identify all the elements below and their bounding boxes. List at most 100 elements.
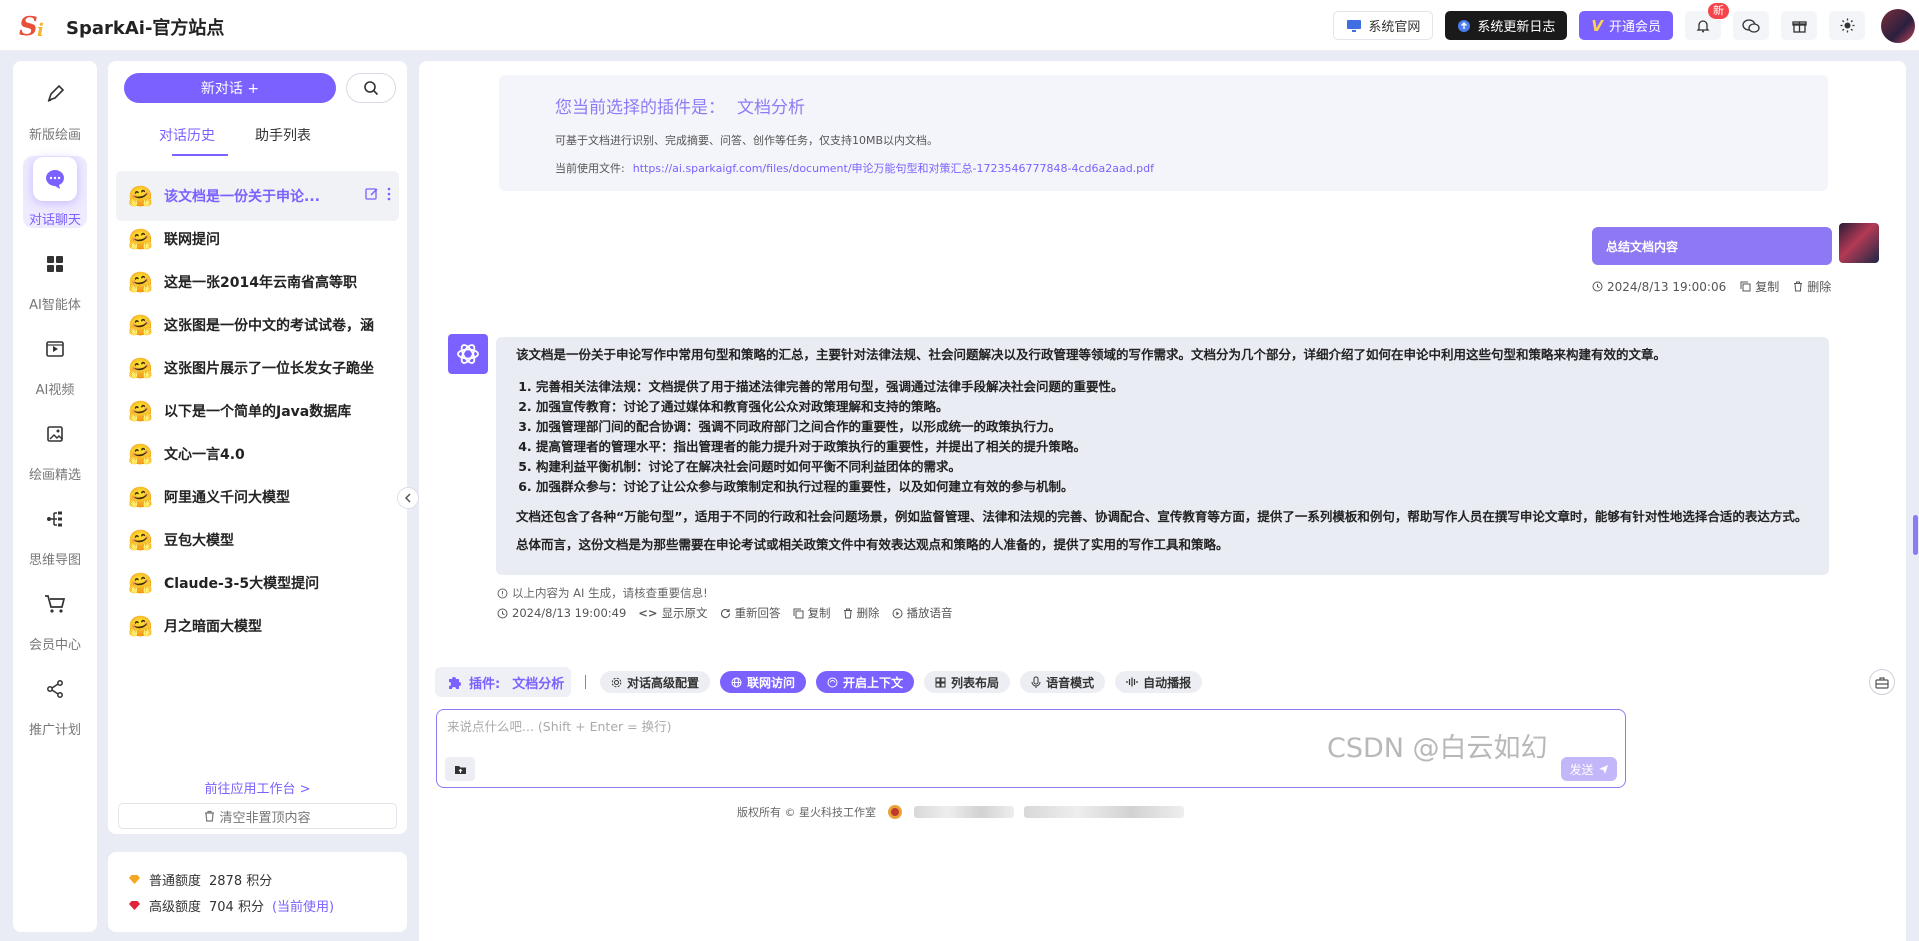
sun-icon xyxy=(1840,18,1854,33)
file-label: 当前使用文件: xyxy=(555,162,625,175)
hugging-face-icon: 🤗 xyxy=(128,270,153,294)
info-icon xyxy=(497,588,508,598)
sparkai-logo[interactable]: S i xyxy=(18,9,52,41)
history-item-label: 以下是一个简单的Java数据库 xyxy=(164,404,352,420)
user-message-text: 总结文档内容 xyxy=(1606,239,1679,254)
bot-delete-button[interactable]: 删除 xyxy=(843,605,880,621)
plugin-card-name: 文档分析 xyxy=(737,98,805,118)
plugin-name: 文档分析 xyxy=(512,676,565,692)
refresh-icon xyxy=(720,608,730,618)
auto-play-chip[interactable]: 自动播报 xyxy=(1115,671,1203,693)
left-rail: 新版绘画 对话聊天 AI智能体 AI视频 绘画精选 思维导图 会员中心 推广计划 xyxy=(13,61,97,932)
play-audio-button[interactable]: 播放语音 xyxy=(892,605,953,621)
user-copy-label: 复制 xyxy=(1755,280,1780,294)
send-icon xyxy=(1598,764,1608,774)
plugin-card-title: 您当前选择的插件是： 文档分析 xyxy=(555,93,1828,118)
user-avatar-top[interactable] xyxy=(1881,8,1915,43)
more-icon[interactable] xyxy=(387,187,391,201)
bot-message-bubble: 该文档是一份关于申论写作中常用句型和策略的汇总，主要针对法律法规、社会问题解决以… xyxy=(496,337,1829,575)
gift-button[interactable] xyxy=(1781,11,1817,40)
bot-point: 构建利益平衡机制：讨论了在解决社会问题时如何平衡不同利益团体的需求。 xyxy=(536,457,1819,477)
tab-chat-history[interactable]: 对话历史 xyxy=(159,125,215,145)
toolbox-button[interactable] xyxy=(1869,669,1895,695)
official-site-label: 系统官网 xyxy=(1368,20,1421,35)
scrollbar-thumb[interactable] xyxy=(1913,515,1918,555)
quota-advanced-row: 高级额度 704 积分 (当前使用) xyxy=(128,892,387,918)
changelog-button[interactable]: 系统更新日志 xyxy=(1445,11,1568,40)
bot-message-meta: 2024/8/13 19:00:49 <> 显示原文 重新回答 复制 删除 播放… xyxy=(497,605,953,621)
police-badge-icon xyxy=(888,805,902,819)
tab-underline xyxy=(172,154,228,156)
rail-label: 会员中心 xyxy=(28,637,81,653)
user-delete-button[interactable]: 删除 xyxy=(1793,278,1831,295)
history-list: 🤗 该文档是一份关于申论... 🤗 联网提问 🤗 这是一张2014年云南省高等职 🤗… xyxy=(108,171,407,761)
regenerate-button[interactable]: 重新回答 xyxy=(720,605,781,621)
send-label: 发送 xyxy=(1569,762,1594,777)
puzzle-icon xyxy=(449,677,461,689)
copyright-text: 版权所有 © 星火科技工作室 xyxy=(737,806,876,819)
tab-assistant-list[interactable]: 助手列表 xyxy=(255,125,311,145)
chat-main: 您当前选择的插件是： 文档分析 可基于文档进行识别、完成摘要、问答、创作等任务，仅… xyxy=(419,61,1906,941)
rail-item-chat[interactable]: 对话聊天 xyxy=(13,152,97,232)
rail-item-member-center[interactable]: 会员中心 xyxy=(13,577,97,657)
watermark: CSDN @白云如幻 xyxy=(1327,733,1548,764)
video-icon xyxy=(33,327,77,371)
history-item-label: 这张图片展示了一位长发女子跪坐 xyxy=(164,361,374,377)
voice-mode-chip[interactable]: 语音模式 xyxy=(1020,671,1106,693)
notification-button[interactable]: 新 xyxy=(1685,3,1729,40)
ai-generated-note: 以上内容为 AI 生成，请核查重要信息! xyxy=(497,585,708,601)
new-chat-button[interactable]: 新对话 + xyxy=(124,73,336,103)
user-time-text: 2024/8/13 19:00:06 xyxy=(1607,279,1727,294)
rail-label: 绘画精选 xyxy=(28,467,81,483)
advanced-config-chip[interactable]: 对话高级配置 xyxy=(600,671,711,693)
vip-icon: V xyxy=(1591,16,1603,35)
play-audio-label: 播放语音 xyxy=(906,606,953,620)
audio-icon xyxy=(1126,677,1138,687)
clock-icon xyxy=(1592,281,1603,292)
code-icon: <> xyxy=(638,606,658,620)
chevron-left-icon xyxy=(404,493,411,503)
quota-current-use[interactable]: (当前使用) xyxy=(272,896,334,915)
rail-item-gallery[interactable]: 绘画精选 xyxy=(13,407,97,487)
collapse-sidebar-button[interactable] xyxy=(397,487,419,509)
file-url-link[interactable]: https://ai.sparkaigf.com/files/document/… xyxy=(633,162,1154,175)
history-item[interactable]: 🤗 月之暗面大模型 xyxy=(116,601,399,651)
redacted-icp xyxy=(914,806,1014,818)
hugging-face-icon: 🤗 xyxy=(128,184,153,208)
history-tabs: 对话历史 助手列表 xyxy=(108,121,407,157)
rail-item-mindmap[interactable]: 思维导图 xyxy=(13,492,97,572)
plugin-selector[interactable]: 插件: 文档分析 xyxy=(435,667,571,697)
web-access-chip[interactable]: 联网访问 xyxy=(720,671,807,693)
plugin-label: 插件: xyxy=(469,676,501,692)
rail-item-ai-agent[interactable]: AI智能体 xyxy=(13,237,97,317)
rail-label: AI智能体 xyxy=(29,297,81,313)
wechat-button[interactable] xyxy=(1733,11,1769,40)
plugin-card-description: 可基于文档进行识别、完成摘要、问答、创作等任务，仅支持10MB以内文档。 xyxy=(555,134,939,147)
cart-icon xyxy=(33,582,77,626)
share-icon xyxy=(33,667,77,711)
rail-item-new-painting[interactable]: 新版绘画 xyxy=(13,67,97,147)
upload-file-button[interactable] xyxy=(445,757,475,781)
official-site-button[interactable]: 系统官网 xyxy=(1333,11,1434,40)
user-copy-button[interactable]: 复制 xyxy=(1740,278,1779,295)
context-icon xyxy=(827,677,838,687)
bot-point: 加强宣传教育：讨论了通过媒体和教育强化公众对政策理解和支持的策略。 xyxy=(536,397,1819,417)
list-layout-chip[interactable]: 列表布局 xyxy=(924,671,1011,693)
bot-copy-button[interactable]: 复制 xyxy=(793,605,831,621)
theme-toggle-button[interactable] xyxy=(1829,11,1865,40)
rail-item-ai-video[interactable]: AI视频 xyxy=(13,322,97,402)
search-button[interactable] xyxy=(346,73,396,103)
hugging-face-icon: 🤗 xyxy=(128,614,153,638)
rail-item-promotion[interactable]: 推广计划 xyxy=(13,662,97,742)
quota-advanced-value: 704 积分 xyxy=(209,899,264,915)
clear-history-button[interactable]: 清空非置顶内容 xyxy=(118,803,397,829)
mindmap-icon xyxy=(33,497,77,541)
show-original-button[interactable]: <> 显示原文 xyxy=(638,605,707,621)
context-chip[interactable]: 开启上下文 xyxy=(816,671,915,693)
send-button[interactable]: 发送 xyxy=(1561,757,1617,781)
chip-label: 列表布局 xyxy=(951,675,1000,690)
user-message-meta: 2024/8/13 19:00:06 复制 删除 xyxy=(1592,278,1831,295)
edit-icon[interactable] xyxy=(365,187,379,201)
goto-workbench-link[interactable]: 前往应用工作台 > xyxy=(108,778,407,797)
membership-button[interactable]: V 开通会员 xyxy=(1579,11,1673,40)
